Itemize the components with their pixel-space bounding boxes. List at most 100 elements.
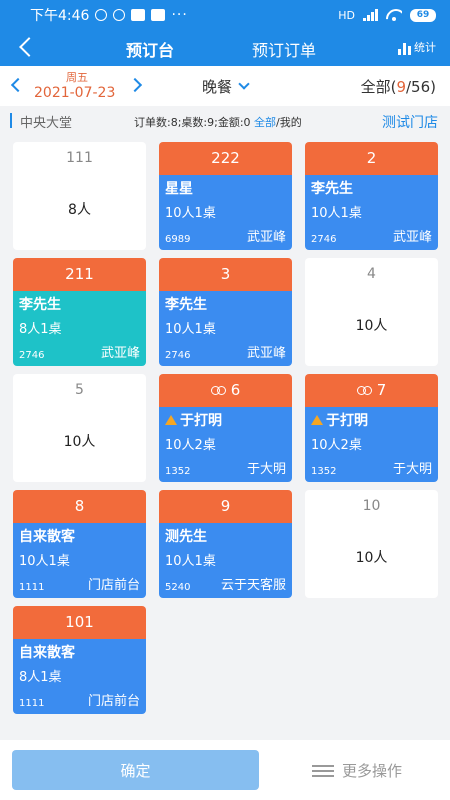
table-number-text: 2 [366, 149, 377, 167]
table-number-text: 222 [211, 149, 240, 167]
guest-name: 星星 [165, 178, 193, 198]
guest-name-text: 自来散客 [19, 529, 75, 545]
table-capacity: 8人 [68, 202, 91, 218]
table-card[interactable]: 111 8人 [13, 142, 146, 250]
table-card[interactable]: 3 李先生 10人1桌 2746 武亚峰 [159, 258, 292, 366]
sync-icon [95, 9, 108, 21]
table-card[interactable]: 222 星星 10人1桌 6989 武亚峰 [159, 142, 292, 250]
link-icon [356, 386, 373, 395]
nav-bar: 预订台 预订订单 统计 [0, 30, 450, 69]
table-card[interactable]: 8 自来散客 10人1桌 1111 门店前台 [13, 490, 146, 598]
back-arrow-icon[interactable] [16, 36, 38, 58]
staff-name: 门店前台 [87, 578, 140, 593]
guest-name: 自来散客 [19, 526, 75, 546]
date-filter-bar: 周五 2021-07-23 晚餐 全部(9/56) [0, 66, 450, 106]
crown-icon [311, 415, 323, 425]
table-card[interactable]: 5 10人 [13, 374, 146, 482]
guest-name-text: 星星 [165, 181, 193, 197]
order-summary: 订单数:8;桌数:9;金额:0 全部/我的 [134, 114, 302, 130]
booking-detail: 10人1桌 [165, 206, 216, 221]
date-picker[interactable]: 2021-07-23 [34, 85, 115, 101]
booking-detail: 10人2桌 [165, 438, 216, 453]
table-number: 10 [362, 498, 381, 514]
area-header: 中央大堂 订单数:8;桌数:9;金额:0 全部/我的 测试门店 [0, 110, 450, 132]
table-number: 7 [305, 374, 438, 407]
tab-booking-desk[interactable]: 预订台 [126, 37, 179, 69]
wifi-icon [386, 9, 402, 21]
filter-all-link[interactable]: 全部 [254, 116, 276, 129]
staff-name: 于大明 [246, 462, 286, 477]
booking-info: 于打明 10人2桌 1352 于大明 [159, 407, 292, 482]
network-type: HD [338, 8, 355, 22]
table-card[interactable]: 10 10人 [305, 490, 438, 598]
area-title: 中央大堂 [20, 116, 73, 131]
table-card[interactable]: 2 李先生 10人1桌 2746 武亚峰 [305, 142, 438, 250]
more-actions-button[interactable]: 更多操作 [312, 760, 402, 781]
table-card[interactable]: 6 于打明 10人2桌 1352 于大明 [159, 374, 292, 482]
filter-mine-link[interactable]: /我的 [276, 116, 302, 129]
table-number: 8 [13, 490, 146, 523]
booking-info: 李先生 10人1桌 2746 武亚峰 [159, 291, 292, 366]
app-header: 下午4:46 ··· HD 69 预订台 预订订单 统计 [0, 0, 450, 69]
confirm-button[interactable]: 确定 [12, 750, 259, 790]
guest-name-text: 李先生 [19, 297, 61, 313]
table-number-text: 101 [65, 613, 94, 631]
summary-text: 订单数:8;桌数:9;金额:0 [134, 116, 255, 129]
table-number: 3 [159, 258, 292, 291]
guest-name: 李先生 [311, 178, 353, 198]
table-card[interactable]: 4 10人 [305, 258, 438, 366]
more-notifications-icon: ··· [171, 7, 188, 23]
table-number-text: 211 [65, 265, 94, 283]
prev-day-arrow-icon[interactable] [10, 78, 22, 90]
booking-detail: 8人1桌 [19, 670, 62, 685]
table-number-text: 6 [230, 381, 241, 399]
meal-selector[interactable]: 晚餐 [202, 76, 250, 97]
scope-suffix: /56) [406, 78, 436, 96]
booking-code: 1352 [165, 466, 191, 477]
signal-icon [363, 9, 378, 21]
table-grid: 111 8人 222 星星 10人1桌 6989 武亚峰 2 李先生 10人1桌… [0, 134, 450, 740]
table-number: 2 [305, 142, 438, 175]
booking-info: 自来散客 8人1桌 1111 门店前台 [13, 639, 146, 714]
bar-chart-icon [398, 43, 411, 55]
booking-code: 1111 [19, 582, 45, 593]
booking-info: 测先生 10人1桌 5240 云于天客服 [159, 523, 292, 598]
scope-filter[interactable]: 全部(9/56) [361, 76, 436, 97]
guest-name-text: 于打明 [180, 413, 222, 429]
guest-name: 于打明 [165, 410, 222, 430]
guest-name: 于打明 [311, 410, 368, 430]
table-card[interactable]: 101 自来散客 8人1桌 1111 门店前台 [13, 606, 146, 714]
booking-code: 1352 [311, 466, 337, 477]
scope-prefix: 全部( [360, 78, 397, 96]
battery-icon: 69 [410, 8, 436, 22]
section-accent-bar [10, 113, 12, 128]
location-icon [113, 9, 126, 21]
table-number: 211 [13, 258, 146, 291]
table-card[interactable]: 7 于打明 10人2桌 1352 于大明 [305, 374, 438, 482]
table-card[interactable]: 211 李先生 8人1桌 2746 武亚峰 [13, 258, 146, 366]
staff-name: 云于天客服 [220, 578, 286, 593]
store-link[interactable]: 测试门店 [382, 112, 438, 132]
table-number-text: 9 [220, 497, 231, 515]
booking-code: 1111 [19, 698, 45, 709]
guest-name-text: 测先生 [165, 529, 207, 545]
table-card[interactable]: 9 测先生 10人1桌 5240 云于天客服 [159, 490, 292, 598]
table-capacity: 10人 [63, 434, 96, 450]
tab-booking-orders[interactable]: 预订订单 [252, 37, 316, 61]
guest-name-text: 自来散客 [19, 645, 75, 661]
table-number: 5 [75, 382, 84, 398]
status-time: 下午4:46 [30, 8, 90, 24]
guest-name-text: 李先生 [165, 297, 207, 313]
stats-button[interactable]: 统计 [398, 39, 436, 55]
booking-detail: 10人1桌 [19, 554, 70, 569]
stats-label: 统计 [414, 41, 436, 54]
next-day-arrow-icon[interactable] [130, 78, 142, 90]
chevron-down-icon [238, 78, 250, 90]
staff-name: 武亚峰 [392, 230, 432, 245]
staff-name: 武亚峰 [246, 346, 286, 361]
table-number: 111 [66, 150, 93, 166]
booking-code: 6989 [165, 234, 191, 245]
menu-icon [312, 764, 334, 778]
staff-name: 武亚峰 [100, 346, 140, 361]
more-actions-label: 更多操作 [342, 762, 403, 780]
